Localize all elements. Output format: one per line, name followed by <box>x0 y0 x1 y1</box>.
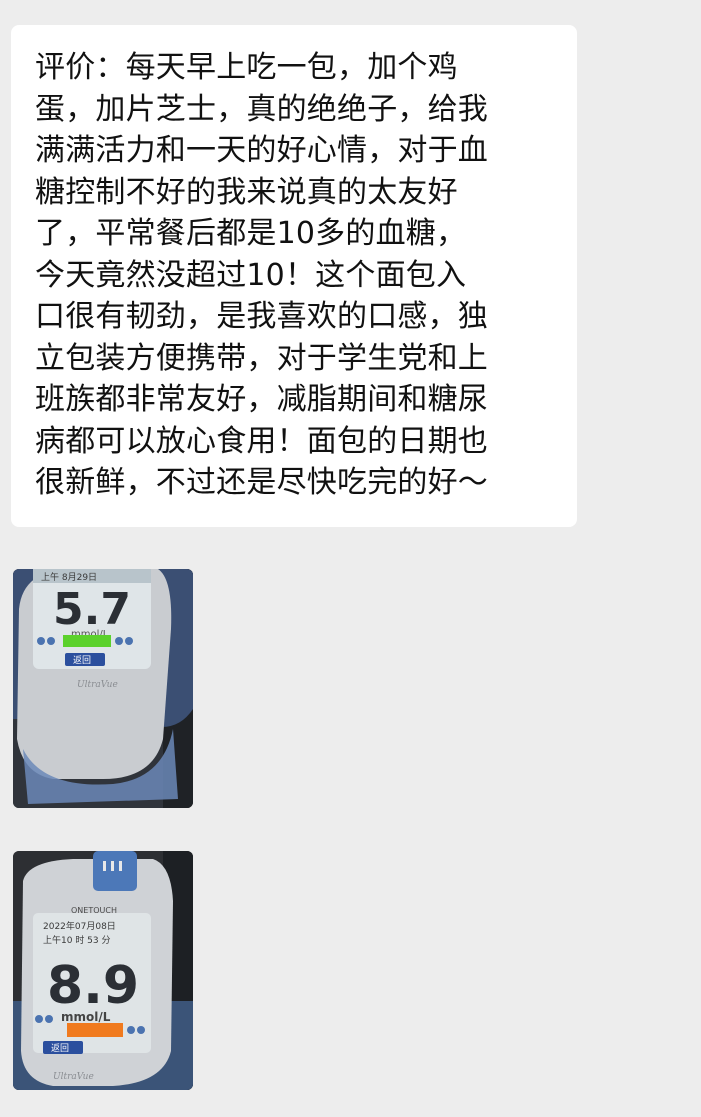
meter-reading-text: 5.7 <box>53 584 131 635</box>
glucose-meter-image: 上午 8月29日 5.7 mmol/L 返回 UltraVue <box>13 569 193 808</box>
meter-back-button-text: 返回 <box>51 1042 69 1054</box>
meter-date-text: 2022年07月08日 <box>43 920 116 932</box>
meter-time-text: 上午10 时 53 分 <box>43 934 111 946</box>
glucose-meter-photo-2[interactable]: ONETOUCH 2022年07月08日 上午10 时 53 分 8.9 mmo… <box>13 851 193 1090</box>
review-text: 评价：每天早上吃一包，加个鸡 蛋，加片芝士，真的绝绝子，给我 满满活力和一天的好… <box>35 50 488 500</box>
meter-brand-text: UltraVue <box>53 1072 94 1082</box>
glucose-meter-image: ONETOUCH 2022年07月08日 上午10 时 53 分 8.9 mmo… <box>13 851 193 1090</box>
meter-brand-text: UltraVue <box>77 680 118 690</box>
glucose-meter-photo-1[interactable]: 上午 8月29日 5.7 mmol/L 返回 UltraVue <box>13 569 193 808</box>
meter-unit-text: mmol/L <box>61 1010 111 1024</box>
meter-reading-text: 8.9 <box>47 956 139 1016</box>
meter-date-text: 上午 8月29日 <box>41 571 97 583</box>
meter-back-button-text: 返回 <box>73 654 91 666</box>
chat-message-bubble[interactable]: 评价：每天早上吃一包，加个鸡 蛋，加片芝士，真的绝绝子，给我 满满活力和一天的好… <box>11 25 577 527</box>
